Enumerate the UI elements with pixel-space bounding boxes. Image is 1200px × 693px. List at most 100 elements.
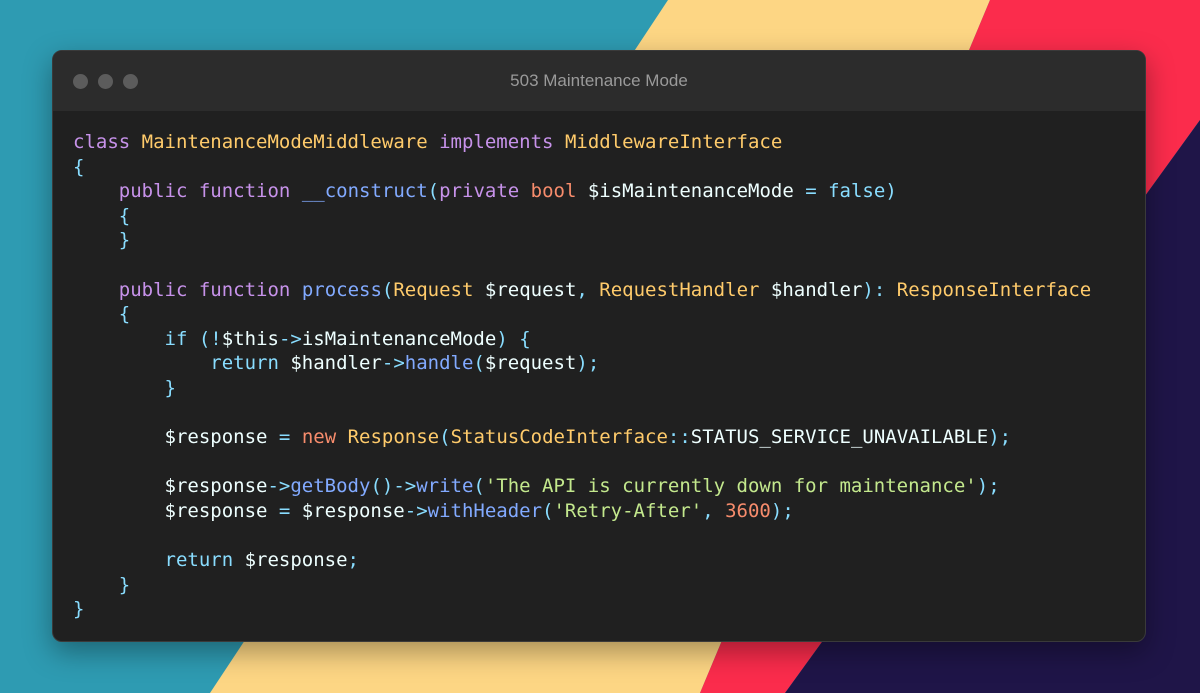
code-token: write (416, 475, 474, 498)
code-token: :: (667, 426, 691, 449)
code-token: $request (484, 352, 577, 375)
window-titlebar: 503 Maintenance Mode (53, 51, 1145, 111)
code-token: process (301, 278, 382, 301)
code-block: class MaintenanceModeMiddleware implemen… (73, 130, 1135, 622)
code-token: { (118, 204, 131, 227)
code-token: ); (988, 426, 1012, 449)
code-token: ( (473, 475, 485, 498)
code-line: class MaintenanceModeMiddleware implemen… (73, 130, 1135, 155)
code-token: isMaintenanceMode (301, 327, 497, 350)
code-token: } (73, 598, 85, 621)
code-token: ResponseInterface (896, 278, 1092, 301)
code-token: { (118, 303, 131, 326)
code-token: ); (770, 499, 794, 522)
code-token: = (278, 426, 291, 449)
code-line: } (73, 228, 1135, 253)
code-token: class (73, 131, 131, 153)
code-line: } (73, 573, 1135, 598)
code-token: ( (427, 180, 440, 203)
code-token: -> (267, 475, 291, 498)
code-token: ): (862, 278, 886, 301)
code-token: , (702, 499, 714, 522)
code-token: private (439, 180, 520, 203)
code-token: ); (576, 352, 600, 375)
code-token: = (805, 180, 817, 203)
code-line: return $response; (73, 548, 1135, 573)
code-token: $handler (278, 352, 382, 375)
code-token: $request (473, 278, 577, 301)
code-token: -> (381, 352, 405, 375)
code-token: $response (73, 475, 268, 498)
code-token: new (301, 426, 337, 449)
code-line: public function __construct(private bool… (73, 179, 1135, 204)
code-token: ) (885, 180, 897, 203)
code-token: MaintenanceModeMiddleware (141, 131, 428, 153)
code-token: StatusCodeInterface (450, 426, 668, 449)
code-token: 'Retry-After' (553, 499, 703, 522)
code-token: ) (496, 327, 508, 350)
code-token: -> (404, 499, 428, 522)
code-token: { (73, 155, 85, 178)
code-line: public function process(Request $request… (73, 278, 1135, 303)
code-token: return (164, 549, 234, 572)
code-token: 3600 (725, 499, 771, 522)
code-token: $response (233, 549, 348, 572)
code-token: return (210, 352, 279, 375)
code-token: RequestHandler (599, 278, 760, 301)
code-token: ( (542, 499, 554, 522)
code-token: (! (198, 327, 222, 350)
code-line: } (73, 597, 1135, 622)
code-token: getBody (290, 475, 371, 498)
window-title: 503 Maintenance Mode (510, 71, 688, 90)
code-token: handle (404, 352, 474, 375)
code-token: MiddlewareInterface (564, 131, 783, 153)
code-token: = (278, 499, 291, 522)
code-window: 503 Maintenance Mode class MaintenanceMo… (52, 50, 1146, 642)
code-token: false (828, 180, 886, 203)
code-line: $response = new Response(StatusCodeInter… (73, 425, 1135, 450)
code-line: if (!$this->isMaintenanceMode) { (73, 327, 1135, 352)
code-token: ( (473, 352, 485, 375)
code-token: -> (278, 327, 302, 350)
code-token: ( (381, 278, 394, 301)
code-token: $handler (759, 278, 863, 301)
code-token: STATUS_SERVICE_UNAVAILABLE (690, 426, 989, 449)
code-token: $isMaintenanceMode (576, 180, 806, 203)
code-token: function (198, 180, 291, 203)
code-token: ); (976, 475, 1000, 498)
code-token: } (118, 229, 131, 252)
code-line: } (73, 376, 1135, 401)
code-line: $response->getBody()->write('The API is … (73, 474, 1135, 499)
code-token: function (198, 278, 291, 301)
code-token: withHeader (427, 499, 543, 522)
code-token: $response (290, 499, 405, 522)
code-token: implements (439, 131, 554, 153)
code-token: , (576, 278, 588, 301)
code-token: 'The API is currently down for maintenan… (484, 475, 977, 498)
code-line: $response = $response->withHeader('Retry… (73, 499, 1135, 524)
